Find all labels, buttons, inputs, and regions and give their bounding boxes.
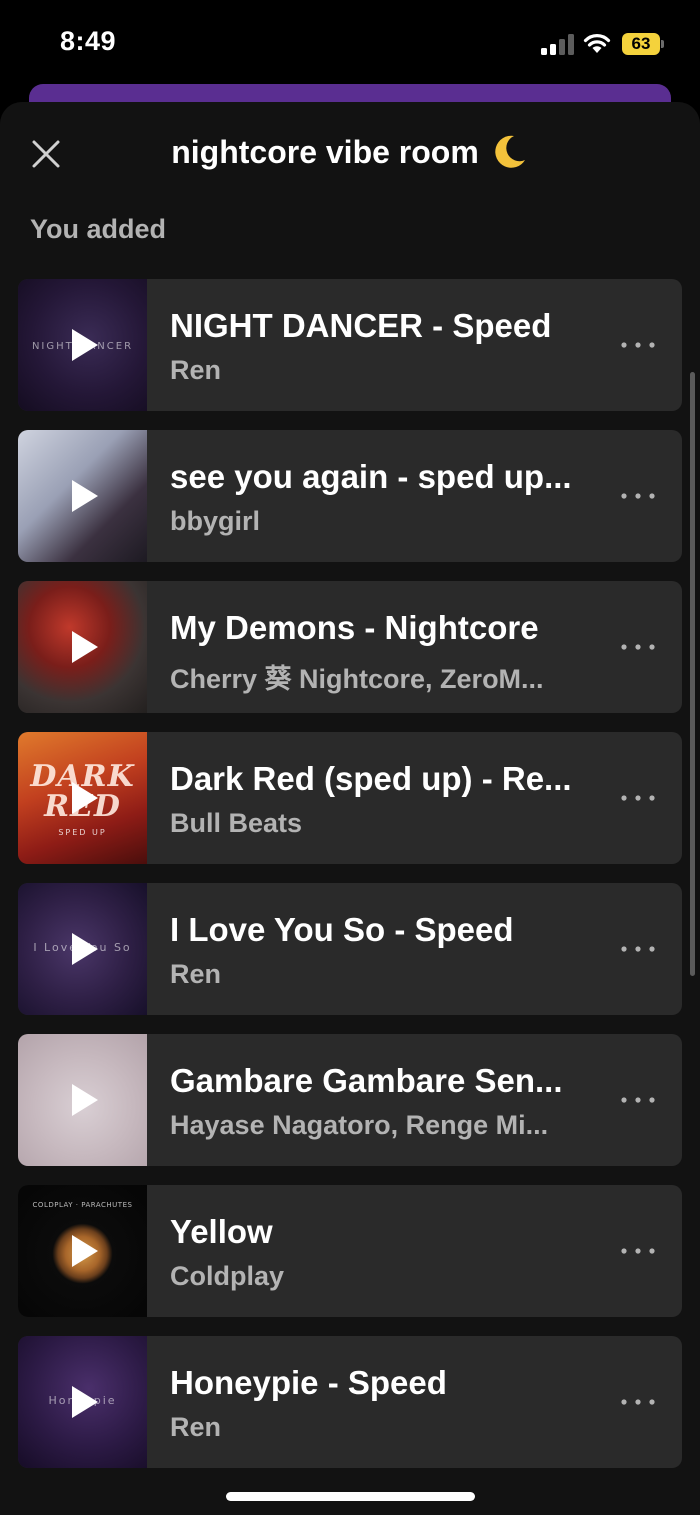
album-cover[interactable]: I Love You So (18, 883, 147, 1015)
track-row[interactable]: NIGHT DANCER NIGHT DANCER - Speed Ren (18, 279, 682, 411)
playlist-sheet: nightcore vibe room You added NIGHT DANC… (0, 102, 700, 1515)
album-cover[interactable] (18, 581, 147, 713)
track-title: Honeypie - Speed (170, 1364, 447, 1401)
album-cover[interactable] (18, 430, 147, 562)
more-options-icon[interactable] (618, 1391, 658, 1413)
track-title: Yellow (170, 1213, 273, 1250)
track-title: My Demons - Nightcore (170, 609, 539, 646)
track-artist: Cherry 葵 Nightcore, ZeroM... (170, 664, 544, 694)
album-cover[interactable]: NIGHT DANCER (18, 279, 147, 411)
more-options-icon[interactable] (618, 334, 658, 356)
more-options-icon[interactable] (618, 636, 658, 658)
play-icon[interactable] (70, 780, 100, 816)
play-icon[interactable] (70, 931, 100, 967)
track-artist: Hayase Nagatoro, Renge Mi... (170, 1110, 549, 1140)
track-artist: bbygirl (170, 506, 261, 536)
play-icon[interactable] (70, 629, 100, 665)
sheet-title-row: nightcore vibe room (0, 132, 700, 172)
track-artist: Ren (170, 355, 222, 385)
track-row[interactable]: My Demons - Nightcore Cherry 葵 Nightcore… (18, 581, 682, 713)
sheet-title: nightcore vibe room (171, 133, 479, 170)
album-cover[interactable]: COLDPLAY · PARACHUTES (18, 1185, 147, 1317)
scrollbar[interactable] (690, 372, 695, 976)
more-options-icon[interactable] (618, 485, 658, 507)
track-row[interactable]: Gambare Gambare Sen... Hayase Nagatoro, … (18, 1034, 682, 1166)
track-row[interactable]: COLDPLAY · PARACHUTES Yellow Coldplay (18, 1185, 682, 1317)
more-options-icon[interactable] (618, 1089, 658, 1111)
more-options-icon[interactable] (618, 787, 658, 809)
cellular-signal-icon (541, 33, 575, 55)
track-artist: Ren (170, 959, 222, 989)
play-icon[interactable] (70, 327, 100, 363)
track-row[interactable]: Honeypie Honeypie - Speed Ren (18, 1336, 682, 1468)
section-label: You added (30, 214, 167, 244)
track-title: Dark Red (sped up) - Re... (170, 760, 572, 797)
more-options-icon[interactable] (618, 938, 658, 960)
status-bar: 8:49 63 (0, 0, 700, 90)
play-icon[interactable] (70, 1233, 100, 1269)
play-icon[interactable] (70, 1082, 100, 1118)
track-row[interactable]: DARK RED SPED UP Dark Red (sped up) - Re… (18, 732, 682, 864)
track-title: I Love You So - Speed (170, 911, 514, 948)
album-cover[interactable]: DARK RED SPED UP (18, 732, 147, 864)
status-time: 8:49 (60, 26, 117, 56)
track-artist: Coldplay (170, 1261, 285, 1291)
track-title: Gambare Gambare Sen... (170, 1062, 563, 1099)
track-title: NIGHT DANCER - Speed (170, 307, 552, 344)
battery-level: 63 (631, 34, 651, 53)
wifi-icon (583, 34, 611, 53)
battery-icon: 63 (622, 33, 664, 55)
album-cover[interactable] (18, 1034, 147, 1166)
track-row[interactable]: see you again - sped up... bbygirl (18, 430, 682, 562)
more-options-icon[interactable] (618, 1240, 658, 1262)
album-cover[interactable]: Honeypie (18, 1336, 147, 1468)
play-icon[interactable] (70, 478, 100, 514)
track-row[interactable]: I Love You So I Love You So - Speed Ren (18, 883, 682, 1015)
track-artist: Ren (170, 1412, 222, 1442)
track-artist: Bull Beats (170, 808, 303, 838)
home-indicator[interactable] (226, 1492, 475, 1501)
crescent-moon-icon (495, 135, 525, 168)
track-title: see you again - sped up... (170, 458, 572, 495)
play-icon[interactable] (70, 1384, 100, 1420)
